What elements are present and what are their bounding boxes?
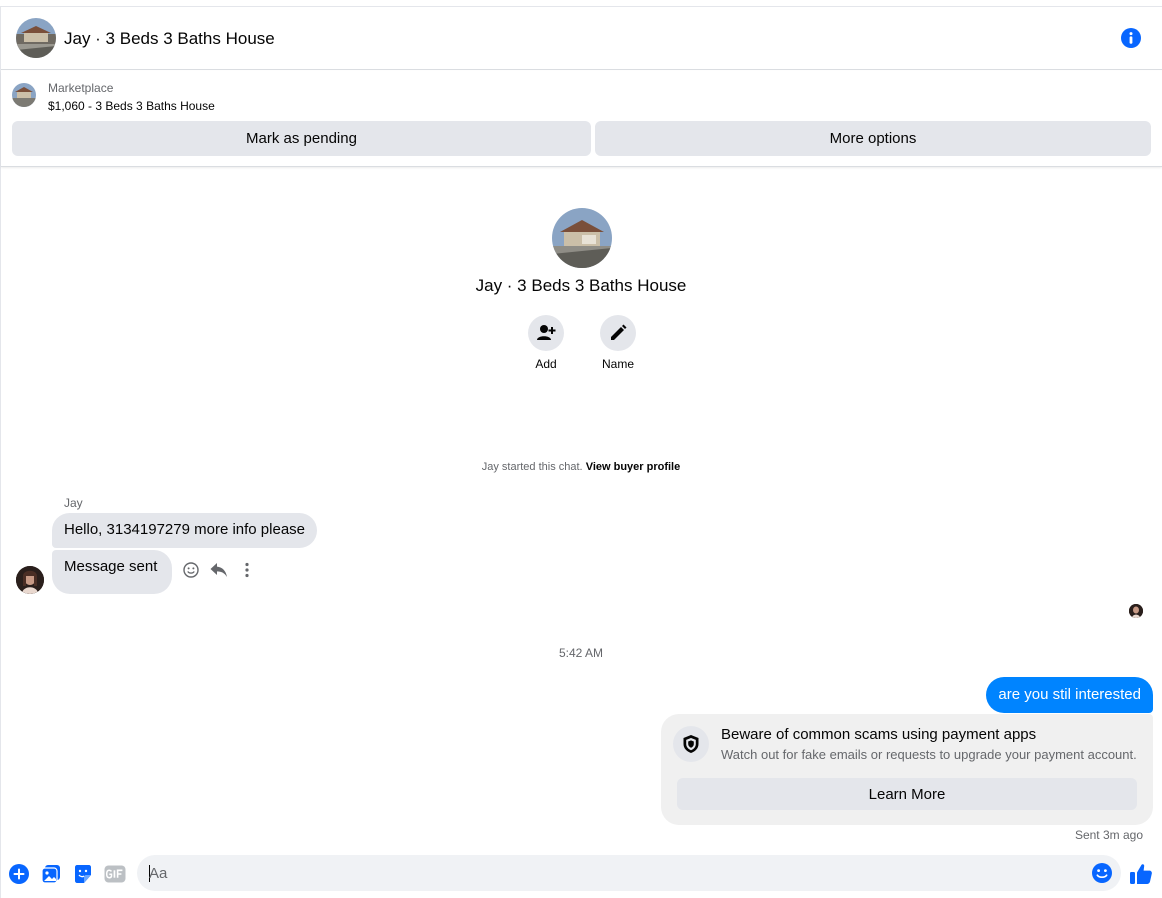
gif-icon[interactable] xyxy=(104,863,126,885)
chat-title[interactable]: Jay · 3 Beds 3 Baths House xyxy=(64,29,275,49)
window-top-strip xyxy=(0,0,1162,7)
listing-thumbnail[interactable] xyxy=(12,83,36,107)
scam-warning-title: Beware of common scams using payment app… xyxy=(721,726,1037,743)
react-icon[interactable] xyxy=(182,561,200,579)
scam-warning-body: Watch out for fake emails or requests to… xyxy=(721,747,1137,762)
message-input-container xyxy=(137,855,1121,891)
more-vertical-icon[interactable] xyxy=(238,561,256,579)
marketplace-label: Marketplace xyxy=(48,81,114,95)
chat-started-note: Jay started this chat. View buyer profil… xyxy=(0,461,1162,473)
add-action[interactable]: Add xyxy=(516,315,576,371)
add-person-icon[interactable] xyxy=(528,315,564,351)
scam-warning-card: Beware of common scams using payment app… xyxy=(661,714,1153,825)
pencil-icon[interactable] xyxy=(600,315,636,351)
listing-title[interactable]: $1,060 - 3 Beds 3 Baths House xyxy=(48,99,215,113)
mark-as-pending-button[interactable]: Mark as pending xyxy=(12,121,591,156)
thumbs-up-icon[interactable] xyxy=(1129,862,1153,886)
outgoing-message[interactable]: are you stil interested xyxy=(986,677,1153,713)
add-label: Add xyxy=(535,357,557,371)
info-icon[interactable] xyxy=(1121,28,1141,48)
profile-avatar[interactable] xyxy=(552,208,612,268)
timestamp: 5:42 AM xyxy=(558,646,604,660)
learn-more-button[interactable]: Learn More xyxy=(677,778,1137,810)
message-actions xyxy=(182,561,256,579)
started-text: Jay started this chat. xyxy=(481,461,583,473)
chat-header: Jay · 3 Beds 3 Baths House xyxy=(1,8,1162,70)
reply-icon[interactable] xyxy=(210,561,228,579)
name-action[interactable]: Name xyxy=(588,315,648,371)
photo-icon[interactable] xyxy=(40,863,62,885)
sender-name: Jay xyxy=(64,496,83,510)
seen-receipt-avatar xyxy=(1129,604,1143,618)
marketplace-banner: Marketplace $1,060 - 3 Beds 3 Baths Hous… xyxy=(1,71,1162,167)
view-buyer-profile-link[interactable]: View buyer profile xyxy=(586,461,681,473)
incoming-message[interactable]: Hello, 3134197279 more info please xyxy=(52,513,318,548)
sticker-icon[interactable] xyxy=(72,863,94,885)
plus-icon[interactable] xyxy=(8,863,30,885)
profile-name: Jay · 3 Beds 3 Baths House xyxy=(475,276,687,295)
more-options-button[interactable]: More options xyxy=(595,121,1151,156)
message-input[interactable] xyxy=(149,855,1079,891)
message-composer xyxy=(1,852,1162,898)
sent-status: Sent 3m ago xyxy=(1074,828,1143,842)
name-label: Name xyxy=(601,357,634,371)
incoming-message[interactable]: Message sent xyxy=(52,550,172,594)
house-avatar[interactable] xyxy=(16,18,56,58)
sender-avatar[interactable] xyxy=(16,566,44,594)
shield-icon xyxy=(673,726,709,762)
emoji-icon[interactable] xyxy=(1091,862,1113,884)
